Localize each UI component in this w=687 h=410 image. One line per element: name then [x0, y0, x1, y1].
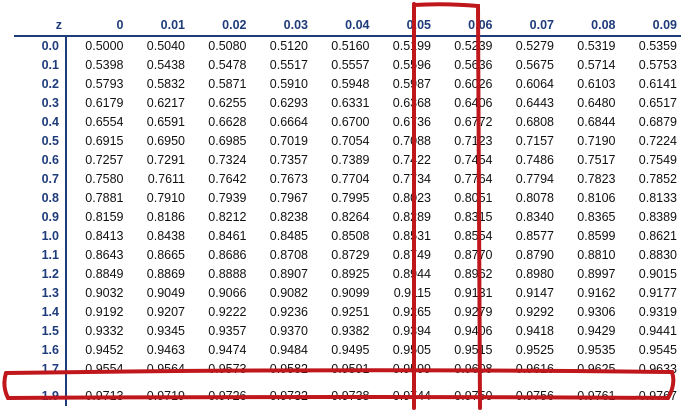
red-annotation-marks: [2, 2, 676, 410]
column-highlight-box: [412, 2, 482, 410]
row-highlight-box: [2, 368, 676, 401]
